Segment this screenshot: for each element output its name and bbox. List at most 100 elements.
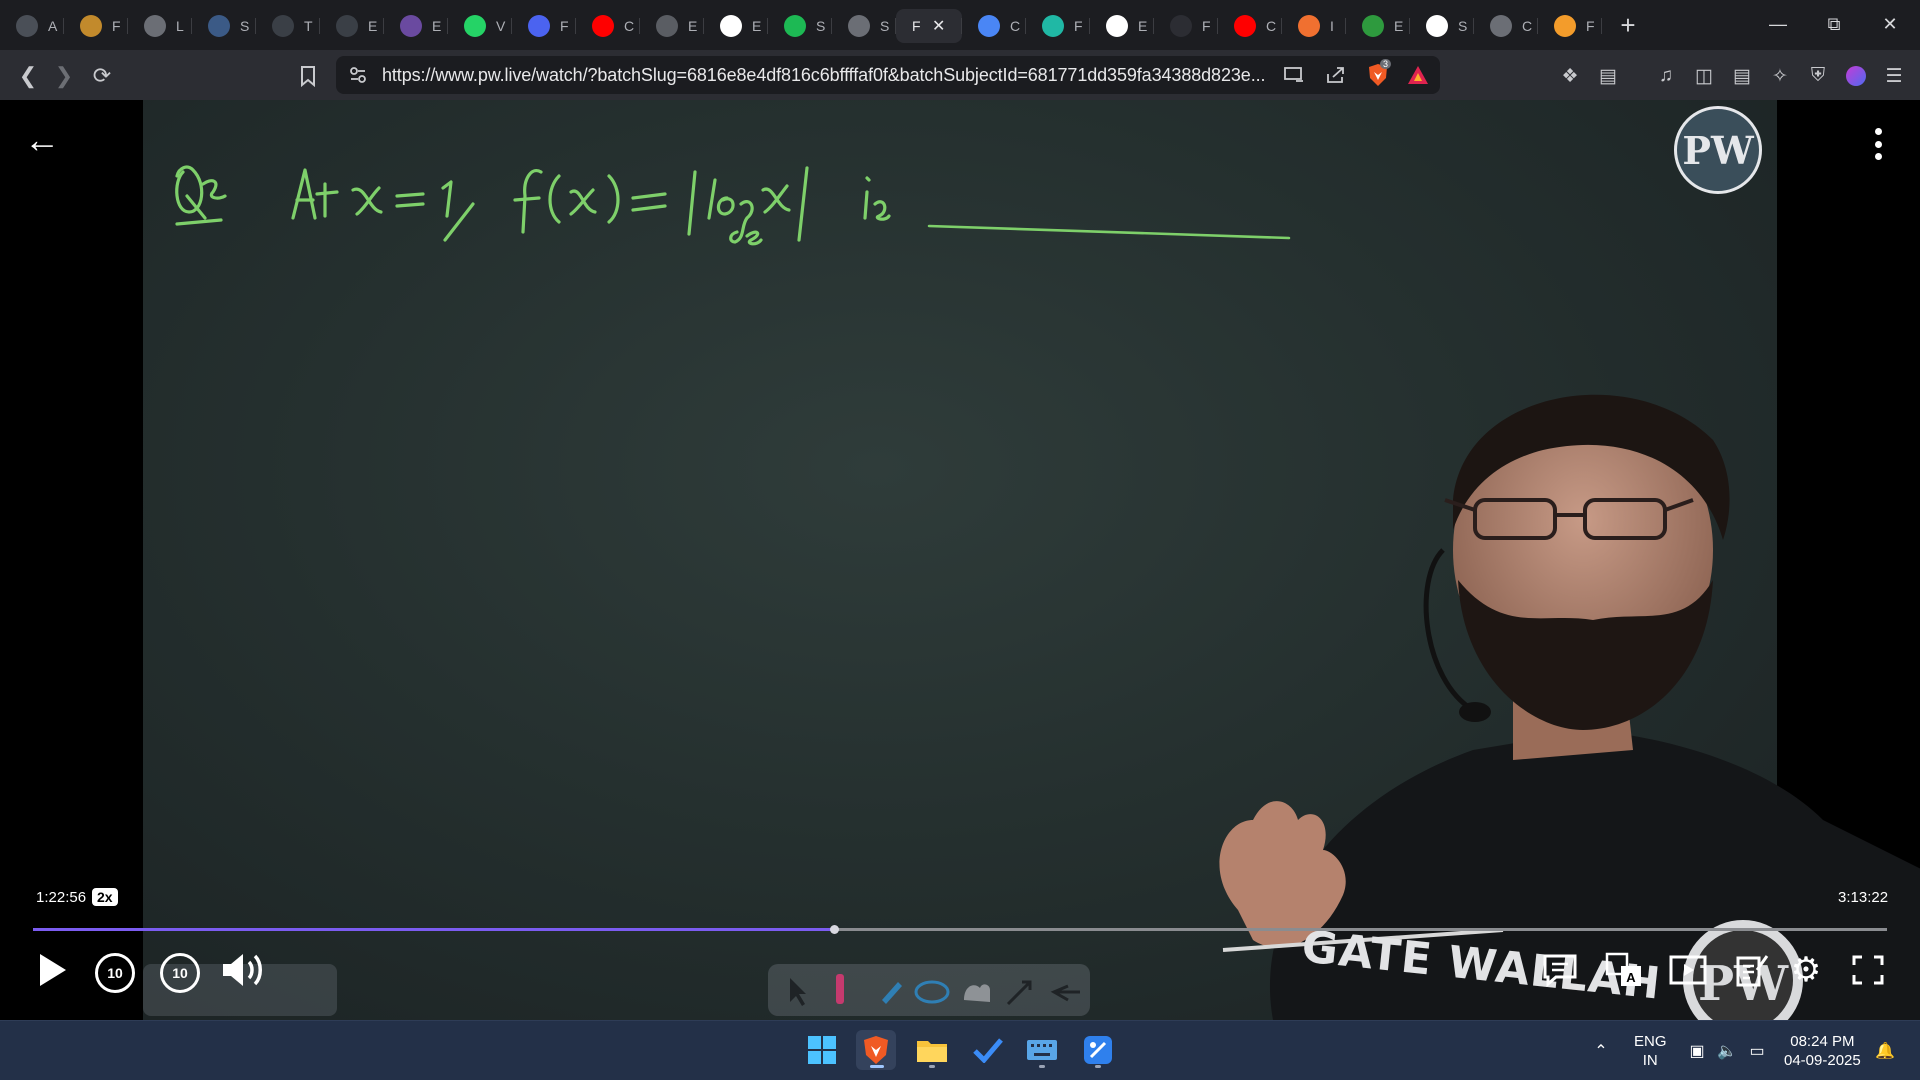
browser-tab[interactable]: E (640, 9, 704, 43)
gpt-icon (16, 15, 38, 37)
profile-icon[interactable] (1842, 62, 1870, 90)
volume-icon[interactable] (220, 948, 266, 992)
tab-label: S (1458, 18, 1468, 34)
seek-bar-thumb[interactable] (829, 925, 839, 934)
translate-icon[interactable]: A (1604, 948, 1644, 992)
taskbar-clock[interactable]: 08:24 PM 04-09-2025 (1784, 1032, 1861, 1070)
reload-icon[interactable]: ⟳ (86, 60, 118, 92)
windows-taskbar (0, 1020, 1920, 1080)
browser-tab[interactable]: E (704, 9, 768, 43)
gem-icon (528, 15, 550, 37)
google-icon (1106, 15, 1128, 37)
cast-icon[interactable] (1282, 63, 1306, 87)
forward-nav-icon[interactable]: ❯ (48, 60, 80, 92)
tab-label: S (816, 18, 826, 34)
start-windows-icon[interactable] (802, 1030, 842, 1070)
site-settings-icon[interactable] (346, 63, 370, 87)
browser-tab[interactable]: C (1474, 9, 1538, 43)
perplexity-icon (1042, 15, 1064, 37)
browser-tab[interactable]: C (576, 9, 640, 43)
chart-icon (1362, 15, 1384, 37)
minimize-button[interactable]: — (1750, 0, 1806, 48)
settings-gear-icon[interactable]: ⚙ (1786, 948, 1826, 992)
youtube-icon (592, 15, 614, 37)
clock-time: 08:24 PM (1790, 1033, 1855, 1050)
browser-tab[interactable]: E (1346, 9, 1410, 43)
annotation-toolbar (768, 964, 1090, 1016)
browser-tab[interactable]: F (1154, 9, 1218, 43)
browser-tab[interactable]: F (512, 9, 576, 43)
browser-tab[interactable]: E (384, 9, 448, 43)
tab-label: F (912, 18, 921, 34)
volume-tray-icon[interactable]: 🔈 (1716, 1040, 1738, 1062)
show-hidden-icons-chevron[interactable]: ⌃ (1590, 1040, 1612, 1062)
browser-tab[interactable]: L (128, 9, 192, 43)
more-options-icon[interactable] (1866, 124, 1890, 164)
url-text[interactable]: https://www.pw.live/watch/?batchSlug=681… (382, 65, 1266, 86)
browser-tab[interactable]: F (1538, 9, 1602, 43)
battery-icon[interactable]: ▭ (1746, 1040, 1768, 1062)
browser-tab[interactable]: S (768, 9, 832, 43)
skip-forward-button[interactable]: 10 (160, 953, 200, 993)
tab-close-icon[interactable]: ✕ (932, 16, 945, 36)
lecturer-image: PW (1219, 394, 1920, 1020)
playlist-icon[interactable] (1668, 948, 1708, 992)
address-bar[interactable]: https://www.pw.live/watch/?batchSlug=681… (336, 56, 1440, 94)
brave-shields-icon[interactable]: 3 (1366, 59, 1392, 87)
menu-icon[interactable]: ☰ (1880, 62, 1908, 90)
leo-ai-icon[interactable]: ✧ (1766, 62, 1794, 90)
new-tab-button[interactable]: + (1608, 8, 1648, 42)
extensions-icon[interactable]: ❖ (1556, 62, 1584, 90)
browser-tab[interactable]: C (962, 9, 1026, 43)
browser-tab[interactable]: F ✕ (896, 9, 962, 43)
restore-button[interactable]: ⧉ (1806, 0, 1862, 48)
browser-tab[interactable]: S (192, 9, 256, 43)
sidebar-icon[interactable]: ◫ (1690, 62, 1718, 90)
input-language[interactable]: ENG IN (1634, 1032, 1667, 1070)
playback-speed-badge[interactable]: 2x (92, 888, 118, 906)
seek-bar[interactable] (33, 925, 1887, 934)
taskbar-snipping-icon[interactable] (1078, 1030, 1118, 1070)
tab-label: E (368, 18, 378, 34)
browser-tab[interactable]: E (320, 9, 384, 43)
notes-icon[interactable] (1732, 948, 1772, 992)
video-player[interactable]: PW GATE WALLAH ← PW 1:22:56 2x 3:13:22 1… (0, 100, 1920, 1020)
brave-rewards-icon[interactable] (1406, 63, 1430, 87)
browser-tab[interactable]: I (1282, 9, 1346, 43)
globe-icon (1490, 15, 1512, 37)
notification-bell-icon[interactable]: 🔔 (1874, 1040, 1896, 1062)
flag-icon (1554, 15, 1576, 37)
browser-tab[interactable]: S (832, 9, 896, 43)
taskbar-file-explorer-icon[interactable] (912, 1030, 952, 1070)
tab-label: E (752, 18, 762, 34)
close-window-button[interactable]: ✕ (1862, 0, 1918, 48)
back-arrow-icon[interactable]: ← (24, 122, 60, 158)
media-icon[interactable]: ♫ (1652, 62, 1680, 90)
tab-label: I (1330, 18, 1334, 34)
browser-tab[interactable]: F (1026, 9, 1090, 43)
taskbar-keyboard-icon[interactable] (1022, 1030, 1062, 1070)
browser-tab[interactable]: S (1410, 9, 1474, 43)
chat-icon[interactable] (1540, 948, 1580, 992)
fullscreen-icon[interactable] (1848, 948, 1888, 992)
tab-label: V (496, 18, 506, 34)
back-nav-icon[interactable]: ❮ (12, 60, 44, 92)
play-icon[interactable] (34, 948, 72, 992)
browser-tab[interactable]: C (1218, 9, 1282, 43)
vpn-icon[interactable]: ⛨ (1804, 62, 1832, 90)
skip-back-button[interactable]: 10 (95, 953, 135, 993)
taskbar-todo-icon[interactable] (968, 1030, 1008, 1070)
browser-tab[interactable]: T (256, 9, 320, 43)
share-icon[interactable] (1324, 63, 1348, 87)
tab-label: T (304, 18, 313, 34)
taskbar-brave-icon[interactable] (856, 1030, 896, 1070)
browser-tab[interactable]: F (64, 9, 128, 43)
browser-tab[interactable]: V (448, 9, 512, 43)
browser-tab[interactable]: A (0, 9, 64, 43)
browser-tab[interactable]: E (1090, 9, 1154, 43)
wallet-icon[interactable]: ▤ (1728, 62, 1756, 90)
network-icon[interactable]: ▣ (1686, 1040, 1708, 1062)
reader-mode-icon[interactable]: ▤ (1594, 62, 1622, 90)
bookmark-icon[interactable] (292, 60, 324, 92)
monitor-icon (1170, 15, 1192, 37)
